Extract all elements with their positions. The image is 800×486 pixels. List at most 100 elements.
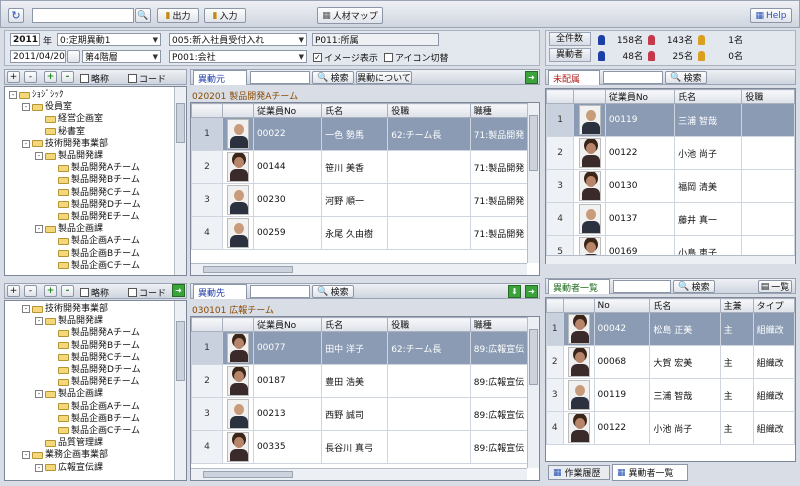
tree-node[interactable]: 製品開発Dチーム — [9, 364, 186, 376]
tree2-expand-button[interactable]: + — [7, 285, 20, 297]
tree-node[interactable]: 製品企画Cチーム — [9, 425, 186, 437]
tab-work-history[interactable]: ▦ 作業履歴 — [548, 465, 610, 480]
search-input[interactable] — [32, 8, 134, 23]
unassigned-hscroll[interactable] — [546, 255, 795, 264]
tab-unassigned[interactable]: 未配属 — [548, 70, 600, 85]
col-no[interactable]: No — [593, 298, 651, 313]
col-role[interactable]: 役職 — [741, 89, 795, 104]
tree2-collapse-all-button[interactable]: - — [61, 285, 74, 297]
col-name[interactable]: 氏名 — [674, 89, 743, 104]
dest-hscroll[interactable] — [191, 468, 527, 480]
tree-top-scrollbar[interactable] — [174, 87, 186, 275]
tab-moved-list[interactable]: 異動者一覧 — [548, 279, 610, 294]
tree-node[interactable]: 製品開発Aチーム — [9, 162, 186, 174]
table-row[interactable]: 2 00122 小池 尚子 — [546, 136, 795, 170]
abbrev-checkbox[interactable]: 略称 — [80, 72, 109, 85]
icon-switch-checkbox[interactable]: アイコン切替 — [384, 51, 449, 64]
plan-select[interactable]: 005:新入社員受付入れ — [169, 33, 307, 46]
tree-expand-all-button[interactable]: + — [44, 71, 57, 83]
source-search-input[interactable] — [250, 71, 310, 84]
unassigned-search-button[interactable]: 🔍 検索 — [665, 71, 707, 84]
tree-node[interactable]: - ｼｮｼﾞｼｯｸ — [9, 89, 186, 101]
year-field[interactable]: 2011 — [10, 33, 40, 46]
tree-node[interactable]: - 役員室 — [9, 101, 186, 113]
collapse-toggle-icon[interactable]: - — [22, 451, 30, 460]
moved-grid[interactable]: No 氏名 主兼 タイプ 1 00042 松島 正美主組織改 2 00068 大賀 宏美主… — [545, 297, 796, 462]
dest-down-arrow-icon[interactable]: ⬇ — [508, 285, 521, 298]
tree2-collapse-button[interactable]: - — [24, 285, 37, 297]
calendar-button[interactable] — [67, 50, 80, 63]
collapse-toggle-icon[interactable]: - — [22, 103, 30, 112]
input-button[interactable]: ▮ 入力 — [204, 8, 246, 23]
tree-node[interactable]: - 製品開発課 — [9, 315, 186, 327]
dest-search-input[interactable] — [250, 285, 310, 298]
code-checkbox-2[interactable]: コード — [128, 286, 166, 299]
table-row[interactable]: 3 00130 福岡 清美 — [546, 169, 795, 203]
tree-node[interactable]: 製品企画Aチーム — [9, 401, 186, 413]
source-hscroll[interactable] — [191, 263, 527, 275]
collapse-toggle-icon[interactable]: - — [22, 139, 30, 148]
help-button[interactable]: ▦ Help — [750, 8, 792, 23]
level-select[interactable]: 第4階層 — [82, 50, 161, 63]
table-row[interactable]: 3 00213 西野 誠司 89:広報宣伝 — [191, 397, 539, 431]
collapse-toggle-icon[interactable]: - — [35, 390, 43, 399]
table-row[interactable]: 2 00187 豊田 浩美 89:広報宣伝 — [191, 364, 539, 398]
tree-node[interactable]: - 広報宣伝課 — [9, 461, 186, 473]
table-row[interactable]: 3 00230 河野 順一 71:製品開発 — [191, 183, 539, 217]
tree-node[interactable]: 秘書室 — [9, 126, 186, 138]
collapse-toggle-icon[interactable]: - — [22, 305, 30, 314]
tree-node[interactable]: 製品開発Cチーム — [9, 352, 186, 364]
tree-node[interactable]: - 技術開発事業部 — [9, 303, 186, 315]
source-vscroll[interactable] — [527, 103, 539, 263]
code-checkbox[interactable]: コード — [128, 72, 166, 85]
tree-node[interactable]: 製品企画Cチーム — [9, 260, 186, 272]
source-search-button[interactable]: 🔍 検索 — [312, 71, 354, 84]
unassigned-search-input[interactable] — [603, 71, 663, 84]
table-row[interactable]: 1 00077 田中 洋子 62:チーム長 89:広報宣伝 — [191, 331, 539, 365]
tree-node[interactable]: 品質管理課 — [9, 437, 186, 449]
tree-expand-button[interactable]: + — [7, 71, 20, 83]
output-button[interactable]: ▮ 出力 — [157, 8, 199, 23]
table-row[interactable]: 3 00119 三浦 智哉主組織改 — [546, 378, 795, 412]
col-role[interactable]: 役職 — [387, 317, 471, 332]
table-row[interactable]: 2 00144 笹川 美香 71:製品開発 — [191, 150, 539, 184]
image-display-checkbox[interactable]: ✓ イメージ表示 — [313, 51, 378, 64]
col-role[interactable]: 役職 — [387, 103, 471, 118]
table-row[interactable]: 4 00137 藤井 真一 — [546, 202, 795, 236]
talent-map-button[interactable]: ▦ 人材マップ — [317, 7, 383, 24]
table-row[interactable]: 2 00068 大賀 宏美主組織改 — [546, 345, 795, 379]
moved-search-input[interactable] — [613, 280, 671, 293]
tree-node[interactable]: 製品企画Aチーム — [9, 235, 186, 247]
col-emp-no[interactable]: 従業員No — [252, 103, 323, 118]
tree-node[interactable]: 製品開発Eチーム — [9, 211, 186, 223]
dest-vscroll[interactable] — [527, 317, 539, 468]
unassigned-grid[interactable]: 従業員No 氏名 役職 1 00119 三浦 智哉 2 00122 小池 尚子 3 00130… — [545, 88, 796, 264]
col-main[interactable]: 主兼 — [719, 298, 754, 313]
col-type[interactable]: タイプ — [752, 298, 795, 313]
tree-node[interactable]: - 技術開発事業部 — [9, 138, 186, 150]
tree-node[interactable]: 製品企画Bチーム — [9, 413, 186, 425]
date-field[interactable]: 2011/04/20 — [10, 50, 66, 63]
dest-move-arrow-icon[interactable]: ➜ — [525, 285, 538, 298]
list-button[interactable]: ▤ 一覧 — [758, 280, 792, 293]
about-move-button[interactable]: 異動について — [356, 71, 412, 84]
tree-node[interactable]: 製品開発Dチーム — [9, 199, 186, 211]
tree-node[interactable]: 製品開発Bチーム — [9, 174, 186, 186]
col-emp-no[interactable]: 従業員No — [252, 317, 323, 332]
col-emp-no[interactable]: 従業員No — [604, 89, 676, 104]
table-row[interactable]: 1 00042 松島 正美主組織改 — [546, 312, 795, 346]
tree-node[interactable]: 製品開発Cチーム — [9, 187, 186, 199]
dest-search-button[interactable]: 🔍 検索 — [312, 285, 354, 298]
collapse-toggle-icon[interactable]: - — [35, 225, 43, 234]
table-row[interactable]: 400335*長谷川 真弓89:広報宣伝 — [191, 430, 539, 464]
tree-node[interactable]: - 製品企画課 — [9, 388, 186, 400]
collapse-toggle-icon[interactable]: - — [9, 91, 17, 100]
collapse-toggle-icon[interactable]: - — [35, 317, 43, 326]
org-tree-bottom[interactable]: - 技術開発事業部 - 製品開発課 製品開発Aチーム 製品開発Bチーム 製品開発Cチーム 製品… — [4, 300, 187, 481]
search-button[interactable]: 🔍 — [135, 8, 151, 23]
abbrev-checkbox-2[interactable]: 略称 — [80, 286, 109, 299]
tree-node[interactable]: - 製品企画課 — [9, 223, 186, 235]
move-right-arrow-icon[interactable]: ➜ — [172, 284, 185, 297]
table-row[interactable]: 4 00122 小池 尚子主組織改 — [546, 411, 795, 445]
table-row[interactable]: 1 00022 一色 勢馬 62:チーム長 71:製品開発 — [191, 117, 539, 151]
